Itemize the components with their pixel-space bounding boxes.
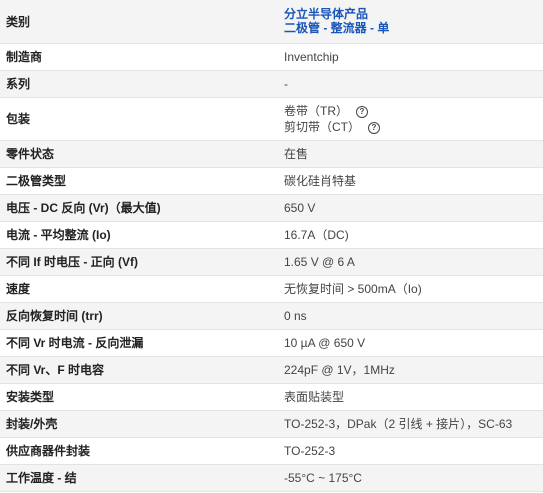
attribute-label: 速度	[0, 275, 277, 303]
table-row: 安装类型 表面贴装型	[0, 383, 543, 411]
attribute-label: 零件状态	[0, 140, 277, 168]
attribute-label: 类别	[0, 0, 277, 44]
table-row: 工作温度 - 结 -55°C ~ 175°C	[0, 464, 543, 492]
table-row: 不同 Vr 时电流 - 反向泄漏 10 µA @ 650 V	[0, 329, 543, 357]
attribute-label: 电流 - 平均整流 (Io)	[0, 221, 277, 249]
table-row: 电流 - 平均整流 (Io) 16.7A（DC)	[0, 221, 543, 249]
attribute-label: 安装类型	[0, 383, 277, 411]
help-icon[interactable]: ?	[368, 121, 380, 134]
attribute-value: 碳化硅肖特基	[277, 167, 543, 195]
table-row: 速度 无恢复时间 > 500mA（Io)	[0, 275, 543, 303]
attribute-label: 电压 - DC 反向 (Vr)（最大值)	[0, 194, 277, 222]
attribute-value: 表面贴装型	[277, 383, 543, 411]
packaging-option-tr: 卷带（TR）?	[284, 103, 543, 119]
attribute-value: TO-252-3	[277, 437, 543, 465]
attribute-value: 0 ns	[277, 302, 543, 330]
attribute-label: 供应商器件封装	[0, 437, 277, 465]
table-row: 不同 Vr、F 时电容 224pF @ 1V，1MHz	[0, 356, 543, 384]
packaging-label: 卷带（TR）	[284, 103, 348, 118]
attribute-label: 封装/外壳	[0, 410, 277, 438]
category-link-discrete[interactable]: 分立半导体产品	[284, 7, 543, 21]
part-status-value: 在售	[277, 140, 543, 168]
packaging-option-ct: 剪切带（CT）?	[284, 119, 543, 135]
product-attributes-table: 类别 分立半导体产品 二极管 - 整流器 - 单 制造商 Inventchip …	[0, 0, 543, 492]
table-row: 制造商 Inventchip	[0, 43, 543, 71]
attribute-label: 包装	[0, 97, 277, 141]
attribute-value: TO-252-3，DPak（2 引线 + 接片），SC-63	[277, 410, 543, 438]
series-value: -	[277, 70, 543, 98]
table-row: 系列 -	[0, 70, 543, 98]
attribute-value: 分立半导体产品 二极管 - 整流器 - 单	[277, 0, 543, 44]
table-row: 不同 If 时电压 - 正向 (Vf) 1.65 V @ 6 A	[0, 248, 543, 276]
attribute-value: 16.7A（DC)	[277, 221, 543, 249]
attribute-label: 反向恢复时间 (trr)	[0, 302, 277, 330]
category-link-rectifiers[interactable]: 二极管 - 整流器 - 单	[284, 21, 543, 35]
table-row: 零件状态 在售	[0, 140, 543, 168]
table-row: 反向恢复时间 (trr) 0 ns	[0, 302, 543, 330]
packaging-label: 剪切带（CT）	[284, 119, 360, 134]
attribute-value: 无恢复时间 > 500mA（Io)	[277, 275, 543, 303]
attribute-label: 系列	[0, 70, 277, 98]
attribute-value: 224pF @ 1V，1MHz	[277, 356, 543, 384]
attribute-label: 工作温度 - 结	[0, 464, 277, 492]
table-row: 包装 卷带（TR）? 剪切带（CT）?	[0, 97, 543, 141]
attribute-label: 不同 If 时电压 - 正向 (Vf)	[0, 248, 277, 276]
manufacturer-value: Inventchip	[277, 43, 543, 71]
table-row: 供应商器件封装 TO-252-3	[0, 437, 543, 465]
attribute-label: 不同 Vr、F 时电容	[0, 356, 277, 384]
attribute-label: 二极管类型	[0, 167, 277, 195]
table-row: 电压 - DC 反向 (Vr)（最大值) 650 V	[0, 194, 543, 222]
attribute-value: 1.65 V @ 6 A	[277, 248, 543, 276]
table-row: 封装/外壳 TO-252-3，DPak（2 引线 + 接片），SC-63	[0, 410, 543, 438]
help-icon[interactable]: ?	[356, 105, 368, 118]
attribute-label: 不同 Vr 时电流 - 反向泄漏	[0, 329, 277, 357]
table-row: 类别 分立半导体产品 二极管 - 整流器 - 单	[0, 0, 543, 44]
attribute-label: 制造商	[0, 43, 277, 71]
packaging-value: 卷带（TR）? 剪切带（CT）?	[277, 97, 543, 141]
attribute-value: 650 V	[277, 194, 543, 222]
attribute-value: 10 µA @ 650 V	[277, 329, 543, 357]
attribute-value: -55°C ~ 175°C	[277, 464, 543, 492]
table-row: 二极管类型 碳化硅肖特基	[0, 167, 543, 195]
